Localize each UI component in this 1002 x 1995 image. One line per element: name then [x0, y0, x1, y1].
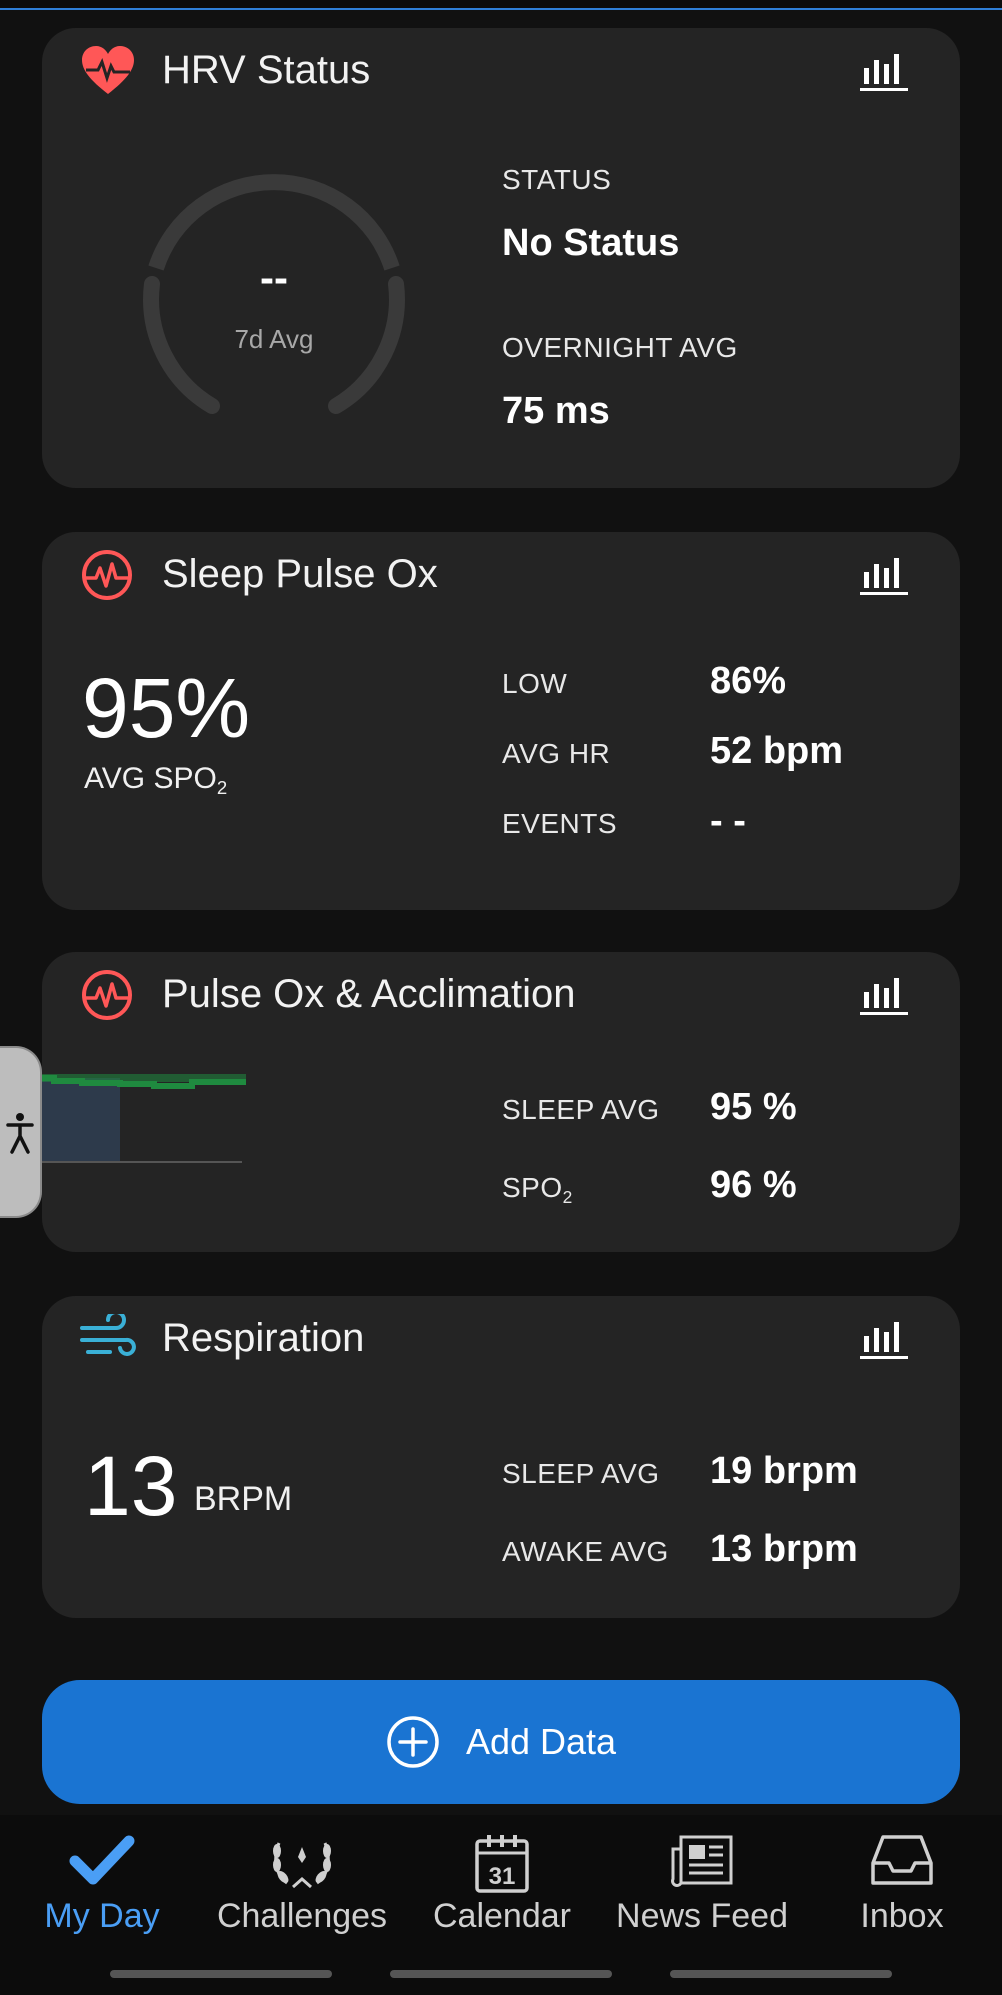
avg-hr-label: AVG HR — [502, 738, 611, 769]
status-bar-divider — [0, 0, 1002, 10]
nav-label: My Day — [44, 1897, 160, 1935]
sleep-pulse-ox-card[interactable]: Sleep Pulse Ox 95% AVG SPO2 LOW 86% AVG … — [42, 532, 960, 910]
wind-icon — [80, 1314, 136, 1356]
bar-chart-icon[interactable] — [860, 50, 908, 92]
checkmark-icon — [69, 1835, 135, 1885]
nav-label: Inbox — [860, 1897, 944, 1935]
awake-avg-value: 13 brpm — [710, 1528, 858, 1570]
nav-label: Calendar — [433, 1897, 571, 1935]
nav-label: Challenges — [216, 1897, 388, 1935]
status-value: No Status — [502, 222, 680, 264]
accessibility-tab[interactable] — [0, 1046, 42, 1218]
low-label: LOW — [502, 668, 568, 699]
pulse-ox-icon — [82, 550, 132, 600]
hrv-status-card[interactable]: HRV Status -- 7d Avg STATUS No Status OV… — [42, 28, 960, 488]
nav-item-calendar[interactable]: 31 Calendar — [402, 1815, 602, 1965]
add-data-label: Add Data — [465, 1721, 617, 1762]
bar-chart-icon[interactable] — [860, 974, 908, 1016]
bar-chart-icon[interactable] — [860, 1318, 908, 1360]
respiration-value: 13 — [84, 1439, 178, 1533]
respiration-card[interactable]: Respiration 13 BRPM SLEEP AVG 19 brpm AW… — [42, 1296, 960, 1618]
events-value: - - — [710, 800, 746, 842]
nav-item-my-day[interactable]: My Day — [2, 1815, 202, 1965]
sleep-avg-value: 19 brpm — [710, 1450, 858, 1492]
gesture-pill — [390, 1970, 612, 1978]
awake-avg-label: AWAKE AVG — [502, 1536, 669, 1567]
hrv-gauge-label: 7d Avg — [234, 324, 314, 354]
nav-label: News Feed — [616, 1897, 788, 1935]
card-title: Pulse Ox & Acclimation — [162, 972, 576, 1016]
nav-item-challenges[interactable]: Challenges — [202, 1815, 402, 1965]
acclimation-mini-chart — [42, 1074, 246, 1163]
add-data-button[interactable]: Add Data — [42, 1680, 960, 1804]
accessibility-icon — [6, 1113, 34, 1154]
sleep-avg-value: 95 % — [710, 1086, 797, 1128]
overnight-avg-value: 75 ms — [502, 390, 610, 432]
calendar-day-number: 31 — [489, 1863, 516, 1890]
hrv-gauge — [143, 174, 405, 414]
avg-hr-value: 52 bpm — [710, 730, 844, 772]
gesture-pill — [670, 1970, 892, 1978]
nav-item-news-feed[interactable]: News Feed — [602, 1815, 802, 1965]
sleep-avg-label: SLEEP AVG — [502, 1458, 660, 1489]
plus-circle-icon — [387, 1716, 439, 1768]
card-title: Respiration — [162, 1316, 365, 1360]
newspaper-icon — [671, 1835, 733, 1887]
avg-spo2-label: AVG SPO2 — [84, 762, 228, 798]
spo2-label: SPO2 — [502, 1172, 573, 1207]
spo2-value: 96 % — [710, 1164, 797, 1206]
low-value: 86% — [710, 660, 787, 702]
laurel-icon — [273, 1842, 331, 1889]
heart-icon — [82, 46, 134, 94]
overnight-avg-label: OVERNIGHT AVG — [502, 332, 738, 363]
card-title: HRV Status — [162, 48, 371, 92]
inbox-icon — [871, 1835, 933, 1885]
pulse-ox-acclimation-card[interactable]: Pulse Ox & Acclimation SLEEP AVG 95 % SP… — [42, 952, 960, 1252]
status-label: STATUS — [502, 164, 612, 195]
avg-spo2-value: 95% — [82, 661, 251, 755]
events-label: EVENTS — [502, 808, 618, 839]
pulse-ox-icon — [82, 970, 132, 1020]
calendar-icon: 31 — [475, 1835, 529, 1893]
bar-chart-icon[interactable] — [860, 554, 908, 596]
gesture-pill — [110, 1970, 332, 1978]
nav-item-inbox[interactable]: Inbox — [802, 1815, 1002, 1965]
hrv-gauge-value: -- — [260, 254, 288, 301]
bottom-navigation: My Day Challenges 31 Calendar News Feed … — [0, 1815, 1002, 1995]
sleep-avg-label: SLEEP AVG — [502, 1094, 660, 1125]
card-title: Sleep Pulse Ox — [162, 552, 438, 596]
respiration-unit: BRPM — [194, 1480, 293, 1518]
